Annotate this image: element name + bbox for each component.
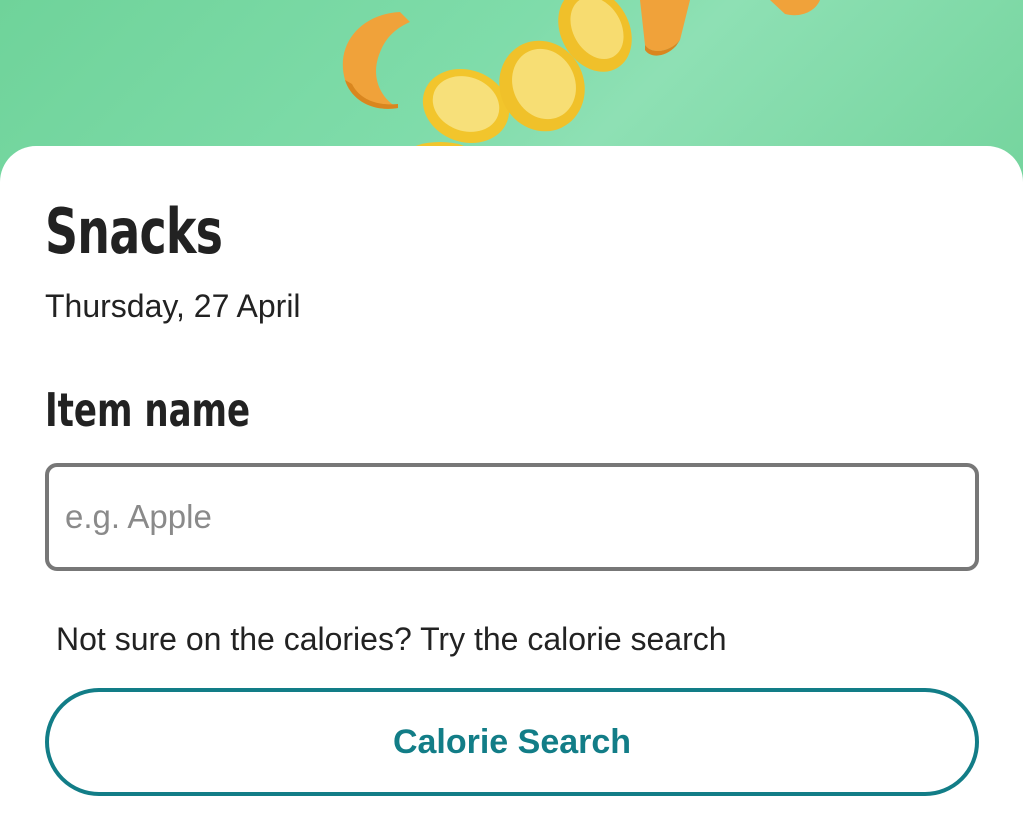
calorie-search-hint: Not sure on the calories? Try the calori… [56,621,727,657]
item-name-label: Item name [45,383,251,437]
item-name-input[interactable] [45,463,979,571]
calorie-search-button[interactable]: Calorie Search [45,688,979,796]
page-title: Snacks [45,195,223,268]
date-label: Thursday, 27 April [45,288,301,324]
